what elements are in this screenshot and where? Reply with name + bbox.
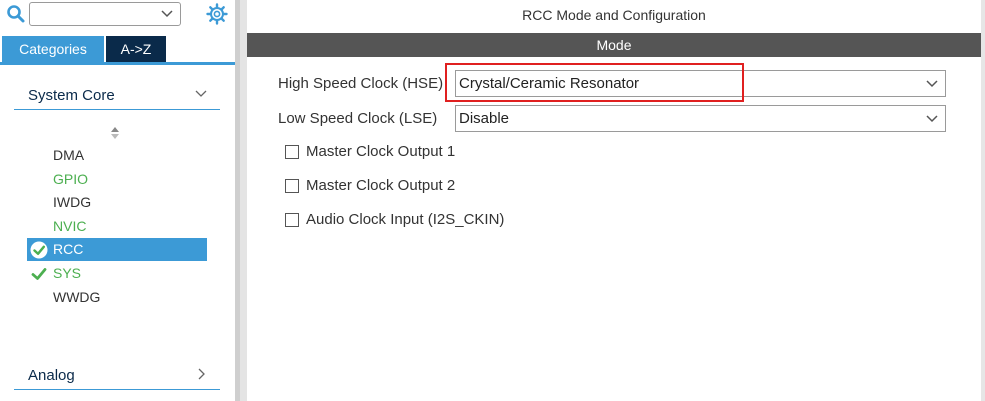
group-label: Analog: [28, 367, 75, 384]
lse-label: Low Speed Clock (LSE): [278, 110, 438, 127]
sidebar: Categories A->Z System Core DMA GPIO IWD…: [0, 0, 235, 401]
item-label: DMA: [53, 147, 85, 163]
list-item-sys[interactable]: SYS: [27, 262, 207, 285]
item-label: SYS: [53, 265, 82, 281]
checkbox-box[interactable]: [285, 179, 299, 193]
scrollbar-track[interactable]: [981, 0, 985, 401]
list-item-gpio[interactable]: GPIO: [27, 168, 207, 191]
item-label: RCC: [53, 241, 84, 257]
checkbox-box[interactable]: [285, 213, 299, 227]
lse-value: Disable: [459, 110, 510, 127]
configuration-panel: RCC Mode and Configuration Mode High Spe…: [247, 0, 985, 401]
chevron-down-icon: [195, 90, 207, 97]
item-label: WWDG: [53, 289, 101, 305]
list-item-wwdg[interactable]: WWDG: [27, 286, 207, 309]
check-icon: [31, 268, 47, 280]
list-item-iwdg[interactable]: IWDG: [27, 191, 207, 214]
list-item-dma[interactable]: DMA: [27, 144, 207, 167]
item-label: NVIC: [53, 218, 87, 234]
check-circle-icon: [30, 241, 48, 259]
search-input[interactable]: [29, 2, 181, 26]
panel-title: RCC Mode and Configuration: [522, 7, 706, 23]
item-label: IWDG: [53, 194, 92, 210]
item-label: GPIO: [53, 171, 89, 187]
list-item-nvic[interactable]: NVIC: [27, 215, 207, 238]
chevron-down-icon: [926, 115, 938, 123]
group-analog[interactable]: Analog: [14, 360, 220, 390]
tabs-underline: [0, 62, 235, 65]
chevron-down-icon: [161, 10, 173, 18]
hse-value: Crystal/Ceramic Resonator: [459, 75, 640, 92]
checkbox-label: Master Clock Output 2: [306, 177, 456, 194]
list-item-rcc[interactable]: RCC: [27, 238, 207, 261]
search-icon[interactable]: [6, 4, 26, 24]
checkbox-label: Master Clock Output 1: [306, 143, 456, 160]
sort-icon[interactable]: [110, 126, 120, 140]
checkbox-box[interactable]: [285, 145, 299, 159]
lse-select[interactable]: Disable: [455, 105, 946, 132]
chevron-down-icon: [926, 80, 938, 88]
chevron-right-icon: [198, 368, 205, 380]
mode-section-header: Mode: [247, 33, 981, 57]
splitter-handle[interactable]: [240, 0, 247, 401]
group-system-core[interactable]: System Core: [14, 80, 220, 110]
group-label: System Core: [28, 87, 115, 104]
checkbox-label: Audio Clock Input (I2S_CKIN): [306, 211, 505, 228]
hse-select[interactable]: Crystal/Ceramic Resonator: [455, 70, 946, 97]
tab-categories[interactable]: Categories: [2, 36, 104, 62]
tab-a-to-z[interactable]: A->Z: [106, 36, 166, 62]
hse-label: High Speed Clock (HSE): [278, 75, 444, 92]
gear-icon[interactable]: [206, 3, 228, 25]
